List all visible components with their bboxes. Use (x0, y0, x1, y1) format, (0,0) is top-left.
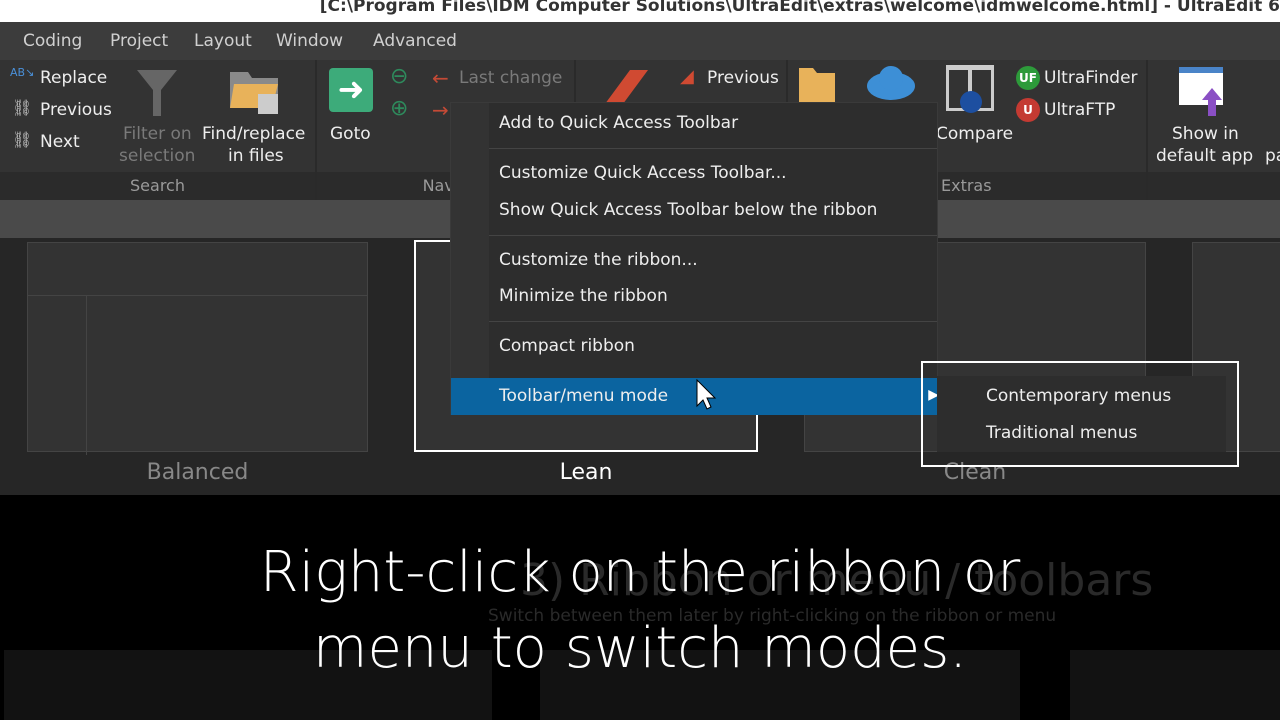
show-in-default-app-button[interactable]: Show in (1172, 124, 1239, 144)
partial-label: pa (1265, 146, 1280, 166)
menu-item-customize-ribbon[interactable]: Customize the ribbon... (499, 250, 698, 270)
find-previous-button[interactable]: Previous (40, 100, 112, 120)
group-label-empty (1148, 172, 1280, 200)
folder-binoculars-icon (230, 72, 278, 114)
binoculars-next-icon: ⛓ (12, 130, 33, 149)
thumb-balanced[interactable] (27, 242, 368, 455)
filter-label-2: selection (119, 146, 196, 166)
binoculars-previous-icon: ⛓ (12, 98, 33, 117)
caption: Right-click on the ribbon or menu to swi… (0, 535, 1280, 687)
replace-icon: AB↘ (10, 66, 35, 79)
compare-button[interactable]: Compare (936, 124, 1013, 144)
ultracompare-icon (946, 65, 994, 113)
find-next-button[interactable]: Next (40, 132, 80, 152)
goto-button[interactable]: Goto (330, 124, 371, 144)
next-change-arrow-icon: → (432, 98, 449, 122)
goto-arrow-icon: ➜ (329, 68, 373, 112)
cloud-icon (867, 66, 915, 100)
mouse-cursor-icon (696, 379, 717, 410)
label-lean: Lean (559, 460, 613, 485)
ultraftp-icon: U (1016, 98, 1040, 122)
menu-item-customize-qat[interactable]: Customize Quick Access Toolbar... (499, 163, 787, 183)
menu-item-compact-ribbon[interactable]: Compact ribbon (499, 336, 635, 356)
window-title: [C:\Program Files\IDM Computer Solutions… (0, 0, 1280, 22)
previous-bookmark-icon: ◢ (680, 66, 694, 87)
ultraftp-button[interactable]: UltraFTP (1044, 100, 1115, 120)
tab-layout[interactable]: Layout (194, 31, 252, 51)
menu-item-add-to-qat[interactable]: Add to Quick Access Toolbar (499, 113, 738, 133)
previous-bookmark-button[interactable]: Previous (707, 68, 779, 88)
group-label-extras-text: Extras (941, 176, 992, 195)
last-change-arrow-icon: ← (432, 66, 449, 90)
highlight-box (921, 361, 1239, 467)
context-menu: Add to Quick Access Toolbar Customize Qu… (450, 102, 939, 415)
group-label-search: Search (0, 172, 315, 200)
label-balanced: Balanced (146, 460, 249, 485)
menu-item-show-qat-below[interactable]: Show Quick Access Toolbar below the ribb… (499, 200, 877, 220)
last-change-button: Last change (459, 68, 563, 88)
show-in-default-app-icon (1179, 67, 1223, 116)
menu-separator (489, 321, 937, 322)
filter-icon (137, 70, 177, 116)
menu-separator (489, 235, 937, 236)
caption-line-1: Right-click on the ribbon or (259, 540, 1021, 605)
filter-on-selection-button: Filter on (123, 124, 192, 144)
find-replace-label-2: in files (228, 146, 284, 166)
caption-line-2: menu to switch modes. (312, 616, 968, 681)
show-label-2: default app (1156, 146, 1254, 166)
menu-item-toolbar-menu-mode[interactable]: Toolbar/menu mode ▶ (451, 378, 939, 415)
tab-advanced[interactable]: Advanced (373, 31, 457, 51)
tab-project[interactable]: Project (110, 31, 168, 51)
menu-item-label: Toolbar/menu mode (499, 386, 669, 406)
menu-item-minimize-ribbon[interactable]: Minimize the ribbon (499, 286, 668, 306)
back-circle-icon[interactable]: ⊖ (390, 64, 408, 89)
ultrafinder-button[interactable]: UltraFinder (1044, 68, 1138, 88)
folder-user-icon (799, 68, 835, 103)
ultrafinder-icon: UF (1016, 66, 1040, 90)
menu-gutter (451, 103, 489, 414)
menu-separator (489, 148, 937, 149)
tab-window[interactable]: Window (276, 31, 343, 51)
find-replace-in-files-button[interactable]: Find/replace (202, 124, 305, 144)
replace-button[interactable]: Replace (40, 68, 107, 88)
forward-circle-icon[interactable]: ⊕ (390, 96, 408, 121)
ribbon-tabs: Coding Project Layout Window Advanced (0, 22, 1280, 60)
tab-coding[interactable]: Coding (23, 31, 82, 51)
